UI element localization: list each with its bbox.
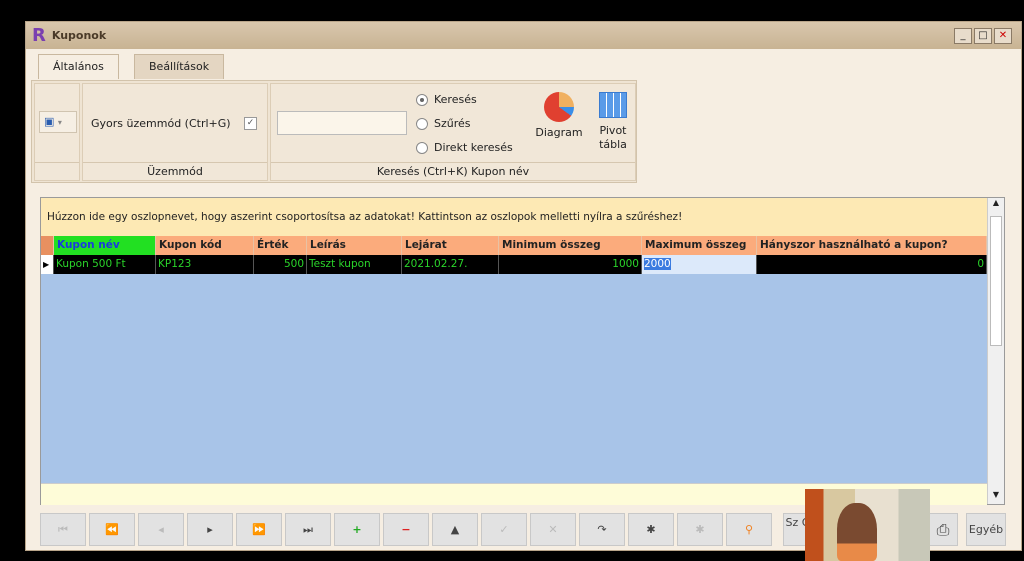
column-header[interactable]: Hányszor használható a kupon? (757, 236, 987, 255)
quick-mode-label: Gyors üzemmód (Ctrl+G) (91, 117, 231, 130)
refresh-button[interactable]: ↷ (579, 513, 625, 546)
first-record-button[interactable]: ⏮ (40, 513, 86, 546)
webcam-overlay (805, 489, 930, 561)
radio-button[interactable] (416, 141, 428, 154)
column-header[interactable]: Kupon név (54, 236, 156, 255)
group-by-panel[interactable]: Húzzon ide egy oszlopnevet, hogy aszerin… (41, 198, 987, 236)
data-grid: Húzzon ide egy oszlopnevet, hogy aszerin… (40, 197, 1005, 505)
help-icon: ▣ (44, 115, 55, 128)
group-label: Üzemmód (83, 162, 267, 180)
next-page-button[interactable]: ⏩ (236, 513, 282, 546)
prev-page-button[interactable]: ⏪ (89, 513, 135, 546)
clear-asterisk-button[interactable]: ✱ (677, 513, 723, 546)
close-button[interactable]: ✕ (994, 28, 1012, 44)
next-record-button[interactable]: ▸ (187, 513, 233, 546)
group-label (35, 162, 79, 180)
table-icon (599, 92, 627, 118)
table-cell[interactable]: KP123 (156, 255, 254, 274)
minimize-button[interactable]: _ (954, 28, 972, 44)
title-bar: R Kuponok _ □ ✕ (26, 22, 1021, 49)
radio-label: Direkt keresés (434, 141, 513, 154)
radio-label: Keresés (434, 93, 477, 106)
print-icon[interactable]: ⎙ (928, 513, 958, 546)
vertical-scrollbar[interactable]: ▲ ▼ (987, 198, 1004, 504)
cancel-button[interactable]: ✕ (530, 513, 576, 546)
table-cell[interactable]: 500 (254, 255, 307, 274)
search-input[interactable] (277, 111, 407, 135)
radio-kereses[interactable]: Keresés (416, 93, 477, 106)
radio-label: Szűrés (434, 117, 471, 130)
radio-button[interactable] (416, 117, 428, 130)
pie-chart-icon (544, 92, 574, 122)
table-row[interactable]: ▶ Kupon 500 Ft KP123 500 Teszt kupon 202… (41, 255, 987, 274)
edit-button[interactable]: ▲ (432, 513, 478, 546)
delete-button[interactable]: − (383, 513, 429, 546)
scroll-thumb[interactable] (990, 216, 1002, 346)
search-group: Keresés Szűrés Direkt keresés Diagram Pi… (270, 83, 636, 181)
quick-mode-checkbox[interactable]: ✓ (244, 117, 257, 130)
group-label: Keresés (Ctrl+K) Kupon név (271, 162, 635, 180)
filter-button[interactable]: ⚲ (726, 513, 772, 546)
table-cell[interactable]: 1000 (499, 255, 642, 274)
pivot-button[interactable]: Pivot tábla (591, 92, 635, 152)
table-cell[interactable]: 2021.02.27. (402, 255, 499, 274)
radio-button[interactable] (416, 93, 428, 106)
save-button[interactable]: ✓ (481, 513, 527, 546)
window-title: Kuponok (51, 29, 107, 42)
scroll-up-icon[interactable]: ▲ (988, 198, 1004, 212)
ribbon: ▣ ▾ Gyors üzemmód (Ctrl+G) ✓ Üzemmód Ker… (31, 80, 637, 183)
add-button[interactable]: + (334, 513, 380, 546)
column-header[interactable]: Maximum összeg (642, 236, 757, 255)
table-cell-editing[interactable]: 2000 (642, 255, 757, 274)
tab-altalanos[interactable]: Általános (38, 54, 119, 79)
column-header[interactable]: Leírás (307, 236, 402, 255)
cell-edit-value[interactable]: 2000 (644, 258, 671, 270)
radio-szures[interactable]: Szűrés (416, 117, 471, 130)
table-cell[interactable]: Teszt kupon (307, 255, 402, 274)
view-group: ▣ ▾ (34, 83, 80, 181)
column-chooser[interactable] (41, 236, 54, 255)
table-cell[interactable]: 0 (757, 255, 987, 274)
pivot-label: Pivot tábla (599, 124, 627, 151)
scroll-down-icon[interactable]: ▼ (988, 490, 1004, 504)
asterisk-button[interactable]: ✱ (628, 513, 674, 546)
radio-direkt-kereses[interactable]: Direkt keresés (416, 141, 513, 154)
other-button[interactable]: Egyéb (966, 513, 1006, 546)
prev-record-button[interactable]: ◂ (138, 513, 184, 546)
app-logo: R (32, 25, 46, 46)
last-record-button[interactable]: ⏭ (285, 513, 331, 546)
mode-group: Gyors üzemmód (Ctrl+G) ✓ Üzemmód (82, 83, 268, 181)
maximize-button[interactable]: □ (974, 28, 992, 44)
row-indicator-icon: ▶ (41, 255, 54, 274)
help-dropdown[interactable]: ▣ ▾ (39, 111, 77, 133)
presenter-image (837, 503, 877, 561)
table-cell[interactable]: Kupon 500 Ft (54, 255, 156, 274)
diagram-button[interactable]: Diagram (529, 92, 589, 139)
column-header[interactable]: Minimum összeg (499, 236, 642, 255)
chevron-down-icon: ▾ (57, 118, 62, 127)
column-header[interactable]: Érték (254, 236, 307, 255)
column-header[interactable]: Lejárat (402, 236, 499, 255)
diagram-label: Diagram (535, 126, 583, 139)
column-header[interactable]: Kupon kód (156, 236, 254, 255)
grid-header: Kupon név Kupon kód Érték Leírás Lejárat… (41, 236, 987, 255)
tab-beallitasok[interactable]: Beállítások (134, 54, 225, 79)
